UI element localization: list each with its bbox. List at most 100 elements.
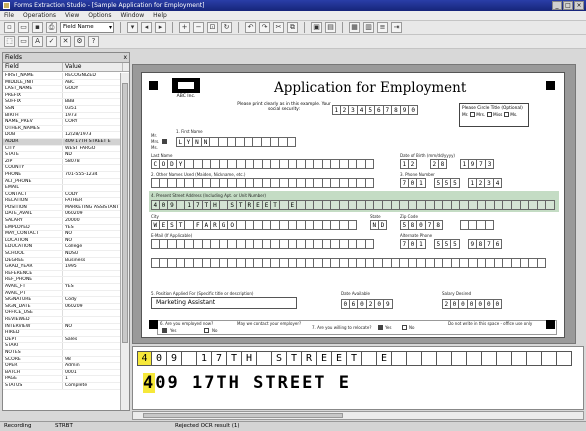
table-row[interactable]: SCHOOL NDSU xyxy=(3,251,121,258)
salary-boxes[interactable]: 2000000 xyxy=(442,299,503,309)
zoomed-character-boxes[interactable]: 40917THSTREETE xyxy=(137,351,572,366)
table-row[interactable]: CONTACT CODY xyxy=(3,191,121,199)
zoom-char-box[interactable]: R xyxy=(302,351,317,366)
extra-boxes[interactable] xyxy=(151,258,547,268)
menu-options[interactable]: Options xyxy=(88,12,111,19)
table-row[interactable]: NOTES xyxy=(3,349,121,357)
table-row[interactable]: RELATION FATHER xyxy=(3,198,121,205)
redo-icon[interactable]: ↷ xyxy=(259,22,270,33)
zoom-out-icon[interactable]: − xyxy=(193,22,204,33)
table-icon[interactable]: ▥ xyxy=(363,22,374,33)
table-row[interactable]: SCORE 98 xyxy=(3,356,121,364)
zoom-char-box[interactable] xyxy=(362,351,377,366)
horizontal-scrollbar[interactable] xyxy=(132,411,584,420)
panel-close-icon[interactable]: x xyxy=(123,53,127,62)
table-row[interactable]: LOCATION NO xyxy=(3,237,121,245)
zoom-char-box[interactable]: 7 xyxy=(212,351,227,366)
table-row[interactable]: REF_PHONE xyxy=(3,277,121,284)
image-icon[interactable]: ▣ xyxy=(311,22,322,33)
print-icon[interactable]: ⎙ xyxy=(46,22,57,33)
zoom-char-box[interactable] xyxy=(182,351,197,366)
relocate-yes-checkbox[interactable] xyxy=(378,325,383,330)
table-row[interactable]: OFFICE_USE xyxy=(3,310,121,317)
table-row[interactable]: SALARY 20000 xyxy=(3,218,121,225)
alt-phone-area-boxes[interactable]: 701 xyxy=(400,239,426,249)
save-icon[interactable]: ▪ xyxy=(32,22,43,33)
list-icon[interactable]: ≡ xyxy=(377,22,388,33)
zoom-char-box[interactable]: T xyxy=(347,351,362,366)
zoom-char-box[interactable] xyxy=(437,351,452,366)
menu-view[interactable]: View xyxy=(65,12,79,19)
column-header-value[interactable]: Value xyxy=(63,63,123,71)
table-row[interactable]: GRAD_YEAR 1995 xyxy=(3,264,121,271)
new-icon[interactable]: ▫ xyxy=(4,22,15,33)
email-boxes[interactable] xyxy=(151,239,375,249)
employed-no-checkbox[interactable] xyxy=(204,328,209,333)
check-icon[interactable]: ✓ xyxy=(46,36,57,47)
table-row[interactable]: PREFIX xyxy=(3,92,121,100)
cancel-icon[interactable]: ✕ xyxy=(60,36,71,47)
template-icon[interactable]: ▤ xyxy=(325,22,336,33)
zip-plus4-boxes[interactable] xyxy=(460,220,495,230)
dob-year-boxes[interactable]: 1973 xyxy=(460,159,495,169)
zoom-char-box[interactable]: E xyxy=(317,351,332,366)
zoom-char-box[interactable] xyxy=(392,351,407,366)
close-button[interactable]: × xyxy=(574,1,584,10)
table-row[interactable]: STATE ND xyxy=(3,152,121,159)
cut-icon[interactable]: ✂ xyxy=(273,22,284,33)
menu-window[interactable]: Window xyxy=(120,12,144,19)
dob-day-boxes[interactable]: 28 xyxy=(430,159,448,169)
table-row[interactable]: CITY WEST FARGO xyxy=(3,145,121,153)
table-row[interactable]: MIDDLE_INIT ABC xyxy=(3,79,121,87)
zip-boxes[interactable]: 58078 xyxy=(400,220,443,230)
zoom-char-box[interactable] xyxy=(452,351,467,366)
table-row[interactable]: ZIP 58078 xyxy=(3,158,121,166)
table-row[interactable]: LAST_NAME GODY xyxy=(3,86,121,93)
column-header-field[interactable]: Field xyxy=(3,63,63,71)
phone-line-boxes[interactable]: 1234 xyxy=(468,178,503,188)
zoom-char-box[interactable]: T xyxy=(287,351,302,366)
alt-phone-line-boxes[interactable]: 9876 xyxy=(468,239,503,249)
scrollbar-thumb[interactable] xyxy=(143,413,343,418)
export-icon[interactable]: ⇥ xyxy=(391,22,402,33)
settings-icon[interactable]: ⚙ xyxy=(74,36,85,47)
table-row[interactable]: SIGNATURE Cody xyxy=(3,297,121,304)
table-row[interactable]: DOB 12/28/1973 xyxy=(3,132,121,139)
zoom-char-box[interactable] xyxy=(542,351,557,366)
table-row[interactable]: DEPT Sales xyxy=(3,336,121,344)
last-name-boxes[interactable]: CODY xyxy=(151,159,375,169)
table-row[interactable]: ADDR 409 17TH STREET E xyxy=(3,138,121,146)
zoom-char-box[interactable]: E xyxy=(332,351,347,366)
table-row[interactable]: BIRTH 1973 xyxy=(3,112,121,120)
zoom-char-box[interactable]: 9 xyxy=(167,351,182,366)
zoom-char-box[interactable] xyxy=(482,351,497,366)
zoom-char-box[interactable]: H xyxy=(242,351,257,366)
zoom-char-box[interactable] xyxy=(422,351,437,366)
zoom-char-box[interactable] xyxy=(557,351,572,366)
minimize-button[interactable]: _ xyxy=(552,1,562,10)
table-row[interactable]: SIGN_DATE 060209 xyxy=(3,303,121,311)
table-row[interactable]: INTERVIEW NO xyxy=(3,323,121,331)
zoom-in-icon[interactable]: + xyxy=(179,22,190,33)
recognized-text-field[interactable]: 409 17TH STREET E xyxy=(143,373,351,393)
forward-icon[interactable]: ▸ xyxy=(155,22,166,33)
zoom-char-box[interactable] xyxy=(257,351,272,366)
address-boxes[interactable]: 40917THSTREETE xyxy=(151,200,555,210)
alt-phone-prefix-boxes[interactable]: 555 xyxy=(434,239,460,249)
dropdown-icon[interactable]: ▾ xyxy=(127,22,138,33)
table-row[interactable]: EDUCATION College xyxy=(3,244,121,252)
zoom-char-box[interactable]: E xyxy=(377,351,392,366)
undo-icon[interactable]: ↶ xyxy=(245,22,256,33)
zoom-char-box[interactable] xyxy=(497,351,512,366)
zoom-char-box[interactable] xyxy=(512,351,527,366)
menu-help[interactable]: Help xyxy=(153,12,167,19)
table-row[interactable]: HIRED xyxy=(3,330,121,337)
phone-area-boxes[interactable]: 701 xyxy=(400,178,426,188)
phone-prefix-boxes[interactable]: 555 xyxy=(434,178,460,188)
vertical-scrollbar[interactable] xyxy=(120,73,129,410)
rotate-icon[interactable]: ↻ xyxy=(221,22,232,33)
zone-icon[interactable]: ▭ xyxy=(18,36,29,47)
title-checkbox[interactable] xyxy=(162,139,167,144)
document-viewer[interactable]: ABC Inc. Application for Employment Plea… xyxy=(132,64,576,344)
zoom-char-box[interactable] xyxy=(467,351,482,366)
